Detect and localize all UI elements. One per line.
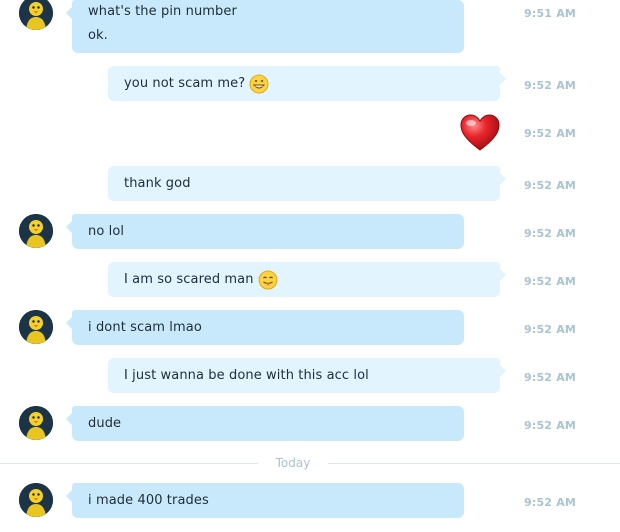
message-bubble-incoming[interactable]: i made 400 trades <box>66 483 464 518</box>
duck-avatar-icon <box>19 406 53 440</box>
message-timestamp: 9:52 AM <box>524 419 577 432</box>
message-timestamp: 9:52 AM <box>524 371 577 384</box>
tongue-out-emoji <box>258 270 278 290</box>
contact-avatar[interactable] <box>19 406 53 440</box>
message-text: you not scam me? <box>124 75 246 91</box>
message-timestamp: 9:52 AM <box>524 323 577 336</box>
duck-avatar-icon <box>19 483 53 517</box>
message-bubble-outgoing[interactable]: I just wanna be done with this acc lol <box>108 358 506 393</box>
message-text: I am so scared man <box>124 271 254 287</box>
message-text: thank god <box>124 175 191 191</box>
message-bubble-incoming[interactable]: dude <box>66 406 464 441</box>
message-text: ok. <box>88 28 108 43</box>
message-bubble-outgoing[interactable]: thank god <box>108 166 506 201</box>
chat-message-list[interactable]: what's the pin number ok. 9:51 AM you no… <box>0 0 620 532</box>
contact-avatar[interactable] <box>19 0 53 30</box>
message-text: i made 400 trades <box>88 492 209 508</box>
message-bubble-outgoing[interactable]: I am so scared man <box>108 262 506 297</box>
message-timestamp: 9:52 AM <box>524 79 577 92</box>
duck-avatar-icon <box>19 0 53 30</box>
message-bubble-incoming[interactable]: i dont scam lmao <box>66 310 464 345</box>
grinning-sweat-emoji <box>249 74 269 94</box>
message-timestamp: 9:52 AM <box>524 127 577 140</box>
date-divider-line-left <box>0 463 258 464</box>
message-text: i dont scam lmao <box>88 319 202 335</box>
duck-avatar-icon <box>19 214 53 248</box>
message-text: what's the pin number <box>88 4 237 19</box>
message-bubble-incoming[interactable]: what's the pin number ok. <box>66 0 464 53</box>
message-timestamp: 9:52 AM <box>524 179 577 192</box>
message-timestamp: 9:52 AM <box>524 496 577 509</box>
date-divider-label: Today <box>275 456 311 470</box>
message-text: I just wanna be done with this acc lol <box>124 367 369 383</box>
message-bubble-incoming[interactable]: no lol <box>66 214 464 249</box>
contact-avatar[interactable] <box>19 214 53 248</box>
date-divider-line-right <box>328 463 620 464</box>
contact-avatar[interactable] <box>19 483 53 517</box>
message-text: no lol <box>88 223 125 239</box>
message-bubble-outgoing[interactable]: you not scam me? <box>108 66 506 101</box>
message-timestamp: 9:51 AM <box>524 7 577 20</box>
duck-avatar-icon <box>19 310 53 344</box>
message-text: dude <box>88 415 122 431</box>
message-timestamp: 9:52 AM <box>524 275 577 288</box>
contact-avatar[interactable] <box>19 310 53 344</box>
message-timestamp: 9:52 AM <box>524 227 577 240</box>
red-heart-icon[interactable] <box>459 113 501 153</box>
